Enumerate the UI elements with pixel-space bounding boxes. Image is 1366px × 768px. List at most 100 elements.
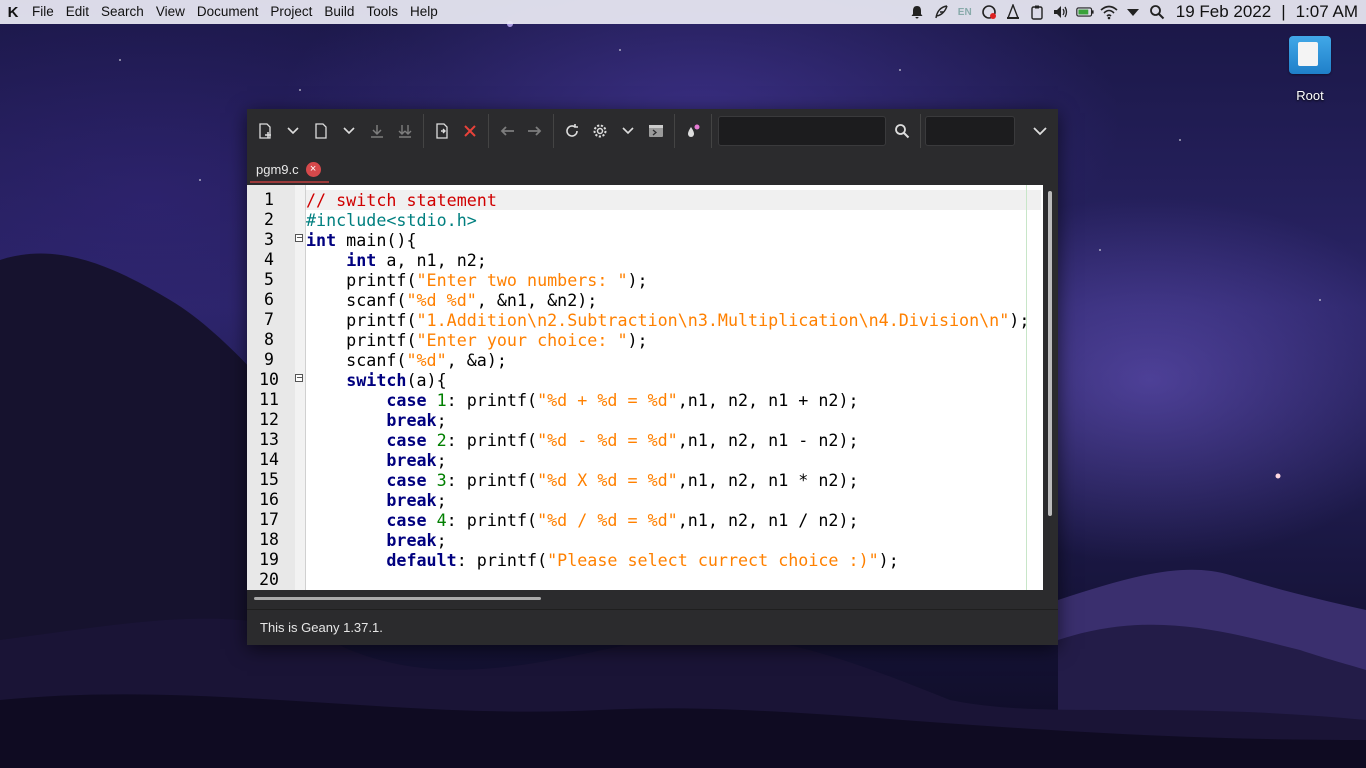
code-line: case 3: printf("%d X %d = %d",n1, n2, n1… — [386, 470, 859, 490]
line-number: 13 — [259, 430, 279, 449]
menu-edit[interactable]: Edit — [60, 0, 95, 24]
code-line: int a, n1, n2; — [346, 250, 487, 270]
line-number: 14 — [259, 450, 279, 469]
build-settings-gear-icon[interactable] — [586, 117, 614, 145]
expand-arrow-icon[interactable] — [1124, 3, 1142, 21]
code-line: printf("Enter two numbers: "); — [306, 270, 648, 290]
code-line: break; — [386, 490, 447, 510]
toolbar-separator — [920, 114, 921, 148]
wifi-icon[interactable] — [1100, 3, 1118, 21]
toolbar — [247, 109, 1058, 153]
save-icon[interactable] — [363, 117, 391, 145]
line-number: 5 — [264, 270, 274, 289]
line-number: 17 — [259, 510, 279, 529]
recent-files-dropdown-icon[interactable] — [335, 117, 363, 145]
close-file-icon[interactable] — [456, 117, 484, 145]
code-line: scanf("%d %d", &n1, &n2); — [306, 290, 598, 310]
goto-line-input[interactable] — [925, 116, 1015, 146]
line-number: 2 — [264, 210, 274, 229]
search-input[interactable] — [718, 116, 886, 146]
line-number: 12 — [259, 410, 279, 429]
horizontal-scrollbar[interactable] — [247, 590, 1058, 604]
reload-icon[interactable] — [558, 117, 586, 145]
code-line: switch(a){ — [346, 370, 447, 390]
desktop-icon-root[interactable]: Root — [1282, 36, 1338, 103]
clock-time[interactable]: 1:07 AM — [1296, 2, 1358, 22]
line-number: 10 — [259, 370, 279, 389]
update-icon[interactable] — [980, 3, 998, 21]
tab-pgm9[interactable]: pgm9.c × — [250, 157, 329, 183]
long-line-marker — [1026, 185, 1027, 590]
clipboard-icon[interactable] — [1028, 3, 1046, 21]
menu-view[interactable]: View — [150, 0, 191, 24]
toolbar-separator — [711, 114, 712, 148]
line-number: 3 — [264, 230, 274, 249]
code-editor[interactable]: 123456789101112131415161718192021 − − //… — [247, 185, 1043, 590]
navigate-forward-icon[interactable] — [521, 117, 549, 145]
line-number: 4 — [264, 250, 274, 269]
fold-margin — [295, 185, 306, 590]
revert-icon[interactable] — [428, 117, 456, 145]
open-file-icon[interactable] — [307, 117, 335, 145]
search-icon[interactable] — [1148, 3, 1166, 21]
vertical-scrollbar[interactable] — [1043, 185, 1058, 590]
volume-icon[interactable] — [1052, 3, 1070, 21]
menu-build[interactable]: Build — [318, 0, 360, 24]
tab-label: pgm9.c — [256, 161, 299, 177]
toolbar-separator — [488, 114, 489, 148]
notification-bell-icon[interactable] — [908, 3, 926, 21]
fold-toggle-icon[interactable]: − — [295, 234, 303, 242]
fold-toggle-icon[interactable]: − — [295, 374, 303, 382]
code-line: scanf("%d", &a); — [306, 350, 507, 370]
line-number-gutter: 123456789101112131415161718192021 — [247, 185, 295, 590]
line-number: 7 — [264, 310, 274, 329]
document-tabbar: pgm9.c × — [247, 153, 1058, 185]
kde-launcher-icon[interactable]: K — [0, 0, 26, 24]
code-line: printf("1.Addition\n2.Subtraction\n3.Mul… — [306, 310, 1030, 330]
system-tray: EN 19 Feb 2022 | 1:07 AM — [908, 0, 1366, 24]
toolbar-separator — [553, 114, 554, 148]
code-line: break; — [386, 530, 447, 550]
code-line: case 4: printf("%d / %d = %d",n1, n2, n1… — [386, 510, 859, 530]
line-number: 8 — [264, 330, 274, 349]
menu-file[interactable]: File — [26, 0, 60, 24]
build-dropdown-icon[interactable] — [614, 117, 642, 145]
code-line: int main(){ — [306, 230, 417, 250]
line-number: 18 — [259, 530, 279, 549]
feather-icon[interactable] — [932, 3, 950, 21]
color-chooser-icon[interactable] — [679, 117, 707, 145]
line-number: 11 — [259, 390, 279, 409]
desktop-icon-label: Root — [1296, 88, 1324, 103]
menu-project[interactable]: Project — [264, 0, 318, 24]
code-line: case 2: printf("%d - %d = %d",n1, n2, n1… — [386, 430, 859, 450]
find-icon[interactable] — [888, 117, 916, 145]
menu-help[interactable]: Help — [404, 0, 444, 24]
vlc-icon[interactable] — [1004, 3, 1022, 21]
line-number: 20 — [259, 570, 279, 589]
toolbar-overflow-icon[interactable] — [1026, 117, 1054, 145]
clock-divider: | — [1281, 2, 1286, 21]
menu-document[interactable]: Document — [191, 0, 265, 24]
keyboard-layout-icon[interactable]: EN — [956, 3, 974, 21]
line-number: 19 — [259, 550, 279, 569]
code-line: break; — [386, 410, 447, 430]
tab-close-icon[interactable]: × — [305, 161, 321, 177]
code-line: break; — [386, 450, 447, 470]
code-line: // switch statement — [306, 190, 497, 210]
vertical-scroll-thumb[interactable] — [1048, 191, 1052, 516]
new-template-dropdown-icon[interactable] — [279, 117, 307, 145]
clock-date[interactable]: 19 Feb 2022 — [1176, 2, 1271, 22]
horizontal-scroll-thumb[interactable] — [254, 597, 541, 600]
execute-icon[interactable] — [642, 117, 670, 145]
menu-search[interactable]: Search — [95, 0, 150, 24]
code-line: default: printf("Please select currect c… — [386, 550, 899, 570]
new-file-icon[interactable] — [251, 117, 279, 145]
line-number: 1 — [264, 190, 274, 209]
menu-tools[interactable]: Tools — [360, 0, 404, 24]
code-line: #include<stdio.h> — [306, 210, 477, 230]
line-number: 16 — [259, 490, 279, 509]
line-number: 15 — [259, 470, 279, 489]
navigate-back-icon[interactable] — [493, 117, 521, 145]
battery-icon[interactable] — [1075, 3, 1094, 21]
save-all-icon[interactable] — [391, 117, 419, 145]
